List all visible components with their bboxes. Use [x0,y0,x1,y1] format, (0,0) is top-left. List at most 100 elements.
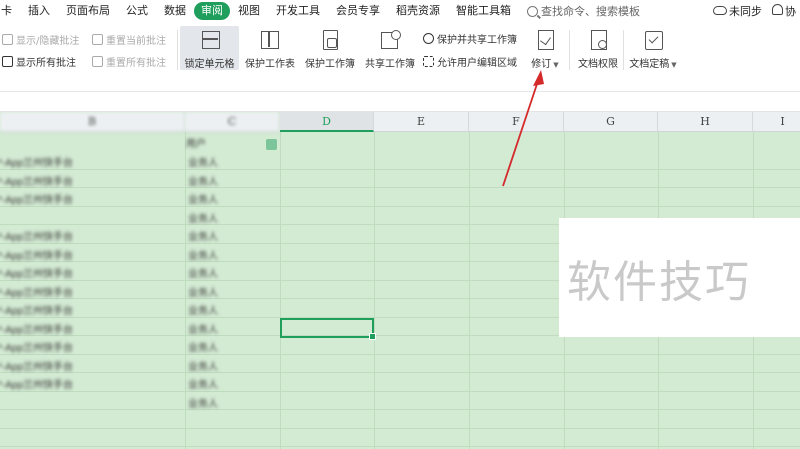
tab-member-exclusive[interactable]: 会员专享 [328,2,388,20]
ribbon-divider [623,30,624,70]
cell-b[interactable]: *-App兰州快手台 [0,154,73,169]
doc-final-icon [642,29,664,51]
gridline [185,132,186,449]
search-icon [527,5,538,17]
tab-docer-resources[interactable]: 稻壳资源 [388,2,448,20]
protect-sheet-button[interactable]: 保护工作表 [242,26,298,70]
cell-c[interactable]: 业务人 [188,302,218,317]
cell-c[interactable]: 业务人 [188,284,218,299]
cell-b[interactable]: *-App兰州快手台 [0,358,73,373]
edit-range-icon [423,56,434,67]
column-header-e[interactable]: E [374,112,469,132]
active-cell[interactable] [280,318,376,340]
revise-icon [534,29,556,51]
show-hide-comment-button[interactable]: 显示/隐藏批注 [2,32,79,47]
tab-insert[interactable]: 插入 [20,2,58,20]
cell-b[interactable]: *-App兰州快手台 [0,191,73,206]
gridline [0,409,800,410]
cell-c[interactable]: 业务人 [188,154,218,169]
cell-b[interactable]: *-App兰州快手台 [0,302,73,317]
cell-flag-icon [266,139,277,150]
tab-card[interactable]: 卡 [0,2,20,20]
cell-c[interactable]: 业务人 [188,395,218,410]
cell-c-header: 用户 [186,139,206,150]
reset-current-comment-button[interactable]: 重置当前批注 [92,32,166,47]
cell-b[interactable]: *-App兰州快手台 [0,376,73,391]
column-header-i[interactable]: I [753,112,800,132]
cell-c[interactable]: 业务人 [188,265,218,280]
search-placeholder: 查找命令、搜索模板 [541,5,640,18]
collaborate-button[interactable]: 协 [772,3,796,19]
column-header-g[interactable]: G [564,112,658,132]
tab-data[interactable]: 数据 [156,2,194,20]
cell-b[interactable]: *-App兰州快手台 [0,173,73,188]
protect-workbook-button[interactable]: 保护工作簿 [302,26,358,70]
doc-final-button[interactable]: 文档定稿 ▼ [627,26,679,70]
gridline [469,132,470,449]
cell-c[interactable]: 业务人 [188,247,218,262]
ribbon-divider [177,30,178,70]
cell-b[interactable]: *-App兰州快手台 [0,339,73,354]
cell-c[interactable]: 业务人 [188,210,218,225]
column-header-c[interactable]: C [185,112,280,132]
chevron-down-icon: ▼ [553,61,559,69]
cell-c[interactable]: 业务人 [188,321,218,336]
reset-all-comments-button[interactable]: 重置所有批注 [92,54,166,69]
person-icon [772,4,783,15]
column-header-h[interactable]: H [658,112,753,132]
formula-bar[interactable] [0,92,800,112]
protect-workbook-icon [319,29,341,51]
gridline [280,132,281,449]
tab-developer-tools[interactable]: 开发工具 [268,2,328,20]
comment-icon [2,34,13,45]
cell-c[interactable]: 业务人 [188,173,218,188]
gridline [0,427,800,429]
cell-c[interactable]: 业务人 [188,191,218,206]
cell-c[interactable]: 业务人 [188,339,218,354]
tab-page-layout[interactable]: 页面布局 [58,2,118,20]
cell-b[interactable]: *-App兰州快手台 [0,247,73,262]
share-workbook-button[interactable]: 共享工作簿 [362,26,418,70]
show-all-comments-button[interactable]: 显示所有批注 [2,54,76,69]
cell-b[interactable]: *-App兰州快手台 [0,228,73,243]
menu-bar: 卡 插入 页面布局 公式 数据 审阅 视图 开发工具 会员专享 稻壳资源 智能工… [0,0,800,22]
cell-b[interactable]: *-App兰州快手台 [0,284,73,299]
cell-c[interactable]: 业务人 [188,358,218,373]
tab-view[interactable]: 视图 [230,2,268,20]
cell-c[interactable]: 业务人 [188,376,218,391]
comment-icon [92,34,103,45]
column-header-f[interactable]: F [469,112,564,132]
tab-formula[interactable]: 公式 [118,2,156,20]
cloud-icon [713,6,727,15]
gridline [0,205,800,207]
protect-and-share-button[interactable]: 保护并共享工作簿 [423,31,517,46]
chevron-down-icon: ▼ [671,61,677,69]
comments-icon [2,56,13,67]
gridline [0,390,800,392]
review-ribbon: 显示/隐藏批注 重置当前批注 显示所有批注 重置所有批注 锁定单元格 保护工作表… [0,22,800,92]
lock-cell-icon [199,29,221,51]
spreadsheet-app-window: 卡 插入 页面布局 公式 数据 审阅 视图 开发工具 会员专享 稻壳资源 智能工… [0,0,800,449]
sync-status[interactable]: 未同步 [713,3,762,19]
gridline [0,372,800,373]
gridline [0,446,800,447]
column-header-d[interactable]: D [280,112,374,132]
tab-smart-toolbox[interactable]: 智能工具箱 [448,2,519,20]
watermark: 软件技巧 [559,218,800,337]
watermark-text: 软件技巧 [567,257,751,308]
comments-icon [92,56,103,67]
revise-button[interactable]: 修订 ▼ [526,26,564,70]
tab-review[interactable]: 审阅 [194,2,230,20]
lock-cell-button[interactable]: 锁定单元格 [180,26,239,70]
ribbon-divider [569,30,570,70]
doc-permission-button[interactable]: 文档权限 [575,26,621,70]
cell-b[interactable]: *-App兰州快手台 [0,321,73,336]
gridline [0,353,800,355]
protect-sheet-icon [259,29,281,51]
cell-b[interactable]: *-App兰州快手台 [0,265,73,280]
column-header-b[interactable]: B [0,112,185,132]
allow-edit-range-button[interactable]: 允许用户编辑区域 [423,54,517,69]
command-search[interactable]: 查找命令、搜索模板 [527,3,640,19]
cell-c[interactable]: 业务人 [188,228,218,243]
sync-area: 未同步 协 [713,3,800,19]
